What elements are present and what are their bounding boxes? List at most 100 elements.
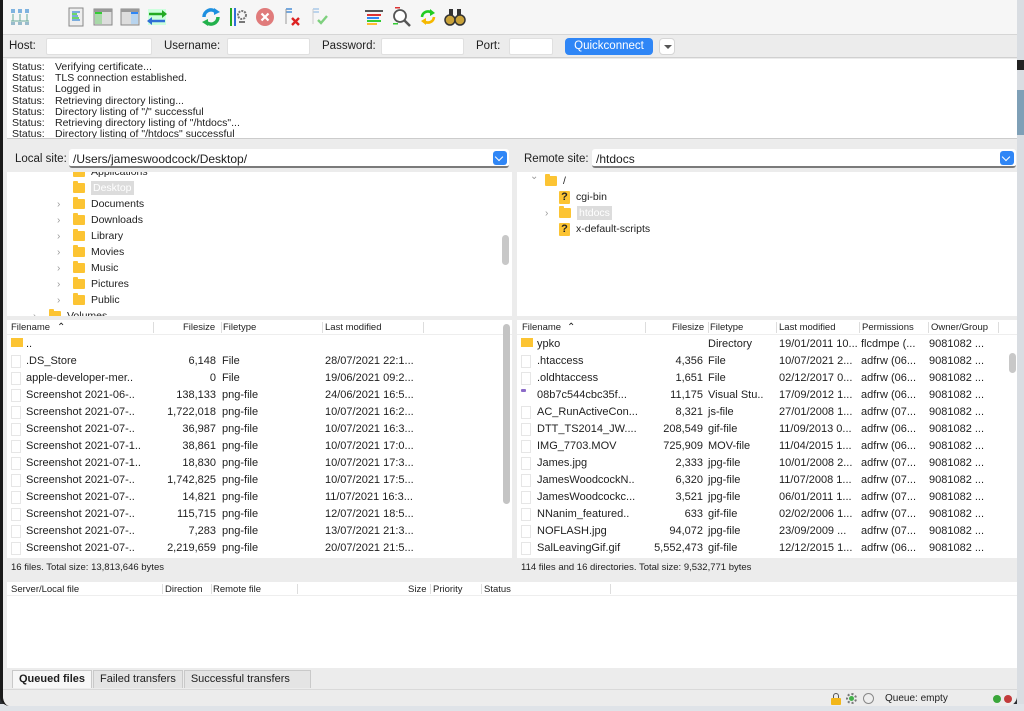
file-row[interactable]: Screenshot 2021-07-.. 36,987 png-file 10/07… [7, 420, 512, 437]
file-row[interactable]: .. [7, 335, 512, 352]
local-tree-item[interactable]: › Pictures [57, 276, 129, 292]
speed-limit-icon[interactable] [863, 693, 874, 704]
local-col-filetype[interactable]: Filetype [223, 322, 256, 333]
local-tree-item[interactable]: › Downloads [57, 212, 143, 228]
local-tree-item[interactable]: › Volumes [33, 308, 107, 316]
remote-col-owner-group[interactable]: Owner/Group [931, 322, 988, 333]
file-row[interactable]: NOFLASH.jpg 94,072 jpg-file 23/09/2009 ... a… [517, 522, 1017, 539]
remote-site-dropdown-chevron-icon[interactable] [1000, 151, 1014, 165]
refresh-icon[interactable] [199, 5, 223, 29]
local-tree-icon[interactable] [91, 5, 115, 29]
chevron-right-icon[interactable]: › [57, 279, 67, 290]
remote-col-last-modified[interactable]: Last modified [779, 322, 836, 333]
local-col-filesize[interactable]: Filesize [183, 322, 215, 333]
password-input[interactable] [381, 38, 464, 55]
file-row[interactable]: James.jpg 2,333 jpg-file 10/01/2008 2... adf… [517, 454, 1017, 471]
file-row[interactable]: Screenshot 2021-07-.. 14,821 png-file 11/07… [7, 488, 512, 505]
reconnect-icon[interactable] [308, 5, 332, 29]
quickconnect-history-dropdown[interactable] [659, 38, 675, 55]
remote-tree-item[interactable]: ? x-default-scripts [559, 221, 650, 237]
file-row[interactable]: JamesWoodcockN.. 6,320 jpg-file 11/07/2008 … [517, 471, 1017, 488]
file-row[interactable]: 08b7c544cbc35f... 11,175 Visual Stu.. 17/09… [517, 386, 1017, 403]
transfer-queue-icon[interactable] [145, 5, 169, 29]
file-row[interactable]: Screenshot 2021-07-.. 2,219,659 png-file 20… [7, 539, 512, 556]
queue-col-direction[interactable]: Direction [165, 584, 203, 595]
file-row[interactable]: NNanim_featured.. 633 gif-file 02/02/2006 1… [517, 505, 1017, 522]
remote-tree-item[interactable]: ⌄ / [530, 172, 566, 189]
queue-col-size[interactable]: Size [408, 584, 426, 595]
remote-directory-tree[interactable]: ⌄ /? cgi-bin › htdocs? x-default-scripts [517, 172, 1017, 316]
file-row[interactable]: Screenshot 2021-06-.. 138,133 png-file 24/0… [7, 386, 512, 403]
queue-col-status[interactable]: Status [484, 584, 511, 595]
remote-col-permissions[interactable]: Permissions [862, 322, 914, 333]
file-row[interactable]: Screenshot 2021-07-.. 115,715 png-file 12/0… [7, 505, 512, 522]
file-row[interactable]: Screenshot 2021-07-1.. 38,861 png-file 10/0… [7, 437, 512, 454]
site-manager-icon[interactable] [8, 5, 32, 29]
remote-tree-item[interactable]: ? cgi-bin [559, 189, 607, 205]
host-input[interactable] [46, 38, 152, 55]
chevron-right-icon[interactable]: › [57, 247, 67, 258]
local-tree-item[interactable]: › Public [57, 292, 120, 308]
remote-file-list[interactable]: Filename ⌃ Filesize Filetype Last modifi… [517, 320, 1017, 558]
local-site-dropdown-chevron-icon[interactable] [493, 151, 507, 165]
lock-icon[interactable] [831, 693, 841, 705]
file-row[interactable]: ypko Directory 19/01/2011 10... flcdmpe (..… [517, 335, 1017, 352]
quickconnect-button[interactable]: Quickconnect [565, 38, 653, 55]
remote-site-path-input[interactable]: /htdocs [592, 149, 1016, 168]
chevron-right-icon[interactable]: › [57, 295, 67, 306]
binoculars-search-icon[interactable] [443, 5, 467, 29]
chevron-right-icon[interactable]: › [33, 311, 43, 317]
tab-successful-transfers[interactable]: Successful transfers [183, 670, 311, 688]
message-log-icon[interactable] [64, 5, 88, 29]
queue-col-priority[interactable]: Priority [433, 584, 463, 595]
remote-col-filesize[interactable]: Filesize [672, 322, 704, 333]
file-row[interactable]: .oldhtaccess 1,651 File 02/12/2017 0... adfr… [517, 369, 1017, 386]
remote-tree-item[interactable]: › htdocs [545, 205, 612, 221]
file-row[interactable]: apple-developer-mer.. 0 File 19/06/2021 09:… [7, 369, 512, 386]
local-site-path-input[interactable]: /Users/jameswoodcock/Desktop/ [69, 149, 509, 168]
file-row[interactable]: Screenshot 2021-07-.. 1,742,825 png-file 10… [7, 471, 512, 488]
username-input[interactable] [227, 38, 310, 55]
chevron-right-icon[interactable]: › [57, 231, 67, 242]
remote-col-filename[interactable]: Filename [522, 322, 561, 333]
file-row[interactable]: IMG_7703.MOV 725,909 MOV-file 11/04/2015 1.… [517, 437, 1017, 454]
file-row[interactable]: .DS_Store 6,148 File 28/07/2021 22:1... [7, 352, 512, 369]
remote-col-filetype[interactable]: Filetype [710, 322, 743, 333]
local-tree-item[interactable]: › Movies [57, 244, 124, 260]
gear-icon[interactable] [846, 693, 857, 704]
tab-failed-transfers[interactable]: Failed transfers [93, 670, 183, 688]
port-input[interactable] [509, 38, 553, 55]
file-row[interactable]: .htaccess 4,356 File 10/07/2021 2... adfrw (… [517, 352, 1017, 369]
file-row[interactable]: DTT_TS2014_JW.... 208,549 gif-file 11/09/20… [517, 420, 1017, 437]
file-row[interactable]: AC_RunActiveCon... 8,321 js-file 27/01/2008… [517, 403, 1017, 420]
local-tree-item[interactable]: › Library [57, 228, 123, 244]
local-col-filename[interactable]: Filename [11, 322, 50, 333]
local-tree-scrollbar[interactable] [502, 235, 509, 265]
local-directory-tree[interactable]: Applications Desktop › Documents › Downloads ›… [7, 172, 512, 316]
local-tree-item[interactable]: › Music [57, 260, 118, 276]
synchronized-browsing-icon[interactable] [416, 5, 440, 29]
filter-icon[interactable] [362, 5, 386, 29]
chevron-right-icon[interactable]: › [545, 208, 555, 219]
local-tree-item[interactable]: Desktop [73, 180, 134, 196]
chevron-right-icon[interactable]: › [57, 263, 67, 274]
message-log[interactable]: Status: Verifying certificate... Status: TL… [7, 59, 1017, 139]
compare-directories-icon[interactable] [389, 5, 413, 29]
file-row[interactable]: Screenshot 2021-07-.. 1,722,018 png-file 10… [7, 403, 512, 420]
transfer-queue[interactable]: Server/Local file Direction Remote file … [7, 582, 1017, 668]
file-row[interactable]: JamesWoodcockc... 3,521 jpg-file 06/01/2011… [517, 488, 1017, 505]
cancel-icon[interactable] [253, 5, 277, 29]
chevron-right-icon[interactable]: › [57, 199, 67, 210]
disconnect-icon[interactable] [281, 5, 305, 29]
remote-tree-icon[interactable] [118, 5, 142, 29]
local-tree-item[interactable]: › Documents [57, 196, 144, 212]
process-queue-icon[interactable] [226, 5, 250, 29]
queue-col-server-local-file[interactable]: Server/Local file [11, 584, 79, 595]
local-tree-item[interactable]: Applications [73, 172, 148, 180]
tab-queued-files[interactable]: Queued files [12, 670, 93, 688]
local-col-last-modified[interactable]: Last modified [325, 322, 382, 333]
chevron-down-icon[interactable]: ⌄ [530, 172, 540, 182]
file-row[interactable]: Screenshot 2021-07-1.. 18,830 png-file 10/0… [7, 454, 512, 471]
file-row[interactable]: Screenshot 2021-07-.. 7,283 png-file 13/07/… [7, 522, 512, 539]
local-file-list[interactable]: Filename ⌃ Filesize Filetype Last modifi… [7, 320, 512, 558]
